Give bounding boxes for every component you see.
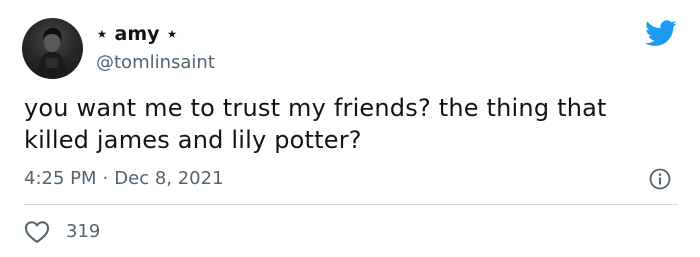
like-button[interactable]: 319 bbox=[24, 219, 100, 245]
tweet-card: ⋆ amy ⋆ @tomlinsaint you want me to trus… bbox=[0, 0, 700, 257]
tweet-timestamp[interactable]: 4:25 PM · Dec 8, 2021 bbox=[24, 167, 224, 191]
author-handle[interactable]: @tomlinsaint bbox=[96, 51, 215, 75]
avatar-photo bbox=[36, 28, 68, 79]
info-icon[interactable] bbox=[648, 167, 672, 191]
like-count: 319 bbox=[66, 221, 101, 242]
meta-separator: · bbox=[102, 168, 109, 189]
divider bbox=[24, 204, 678, 205]
heart-icon bbox=[24, 221, 50, 243]
author-display-name[interactable]: ⋆ amy ⋆ bbox=[96, 22, 178, 46]
twitter-bird-icon[interactable] bbox=[645, 20, 677, 48]
avatar[interactable] bbox=[22, 18, 83, 79]
tweet-text: you want me to trust my friends? the thi… bbox=[24, 94, 607, 154]
tweet-time: 4:25 PM bbox=[24, 168, 97, 189]
tweet-date: Dec 8, 2021 bbox=[114, 168, 224, 189]
